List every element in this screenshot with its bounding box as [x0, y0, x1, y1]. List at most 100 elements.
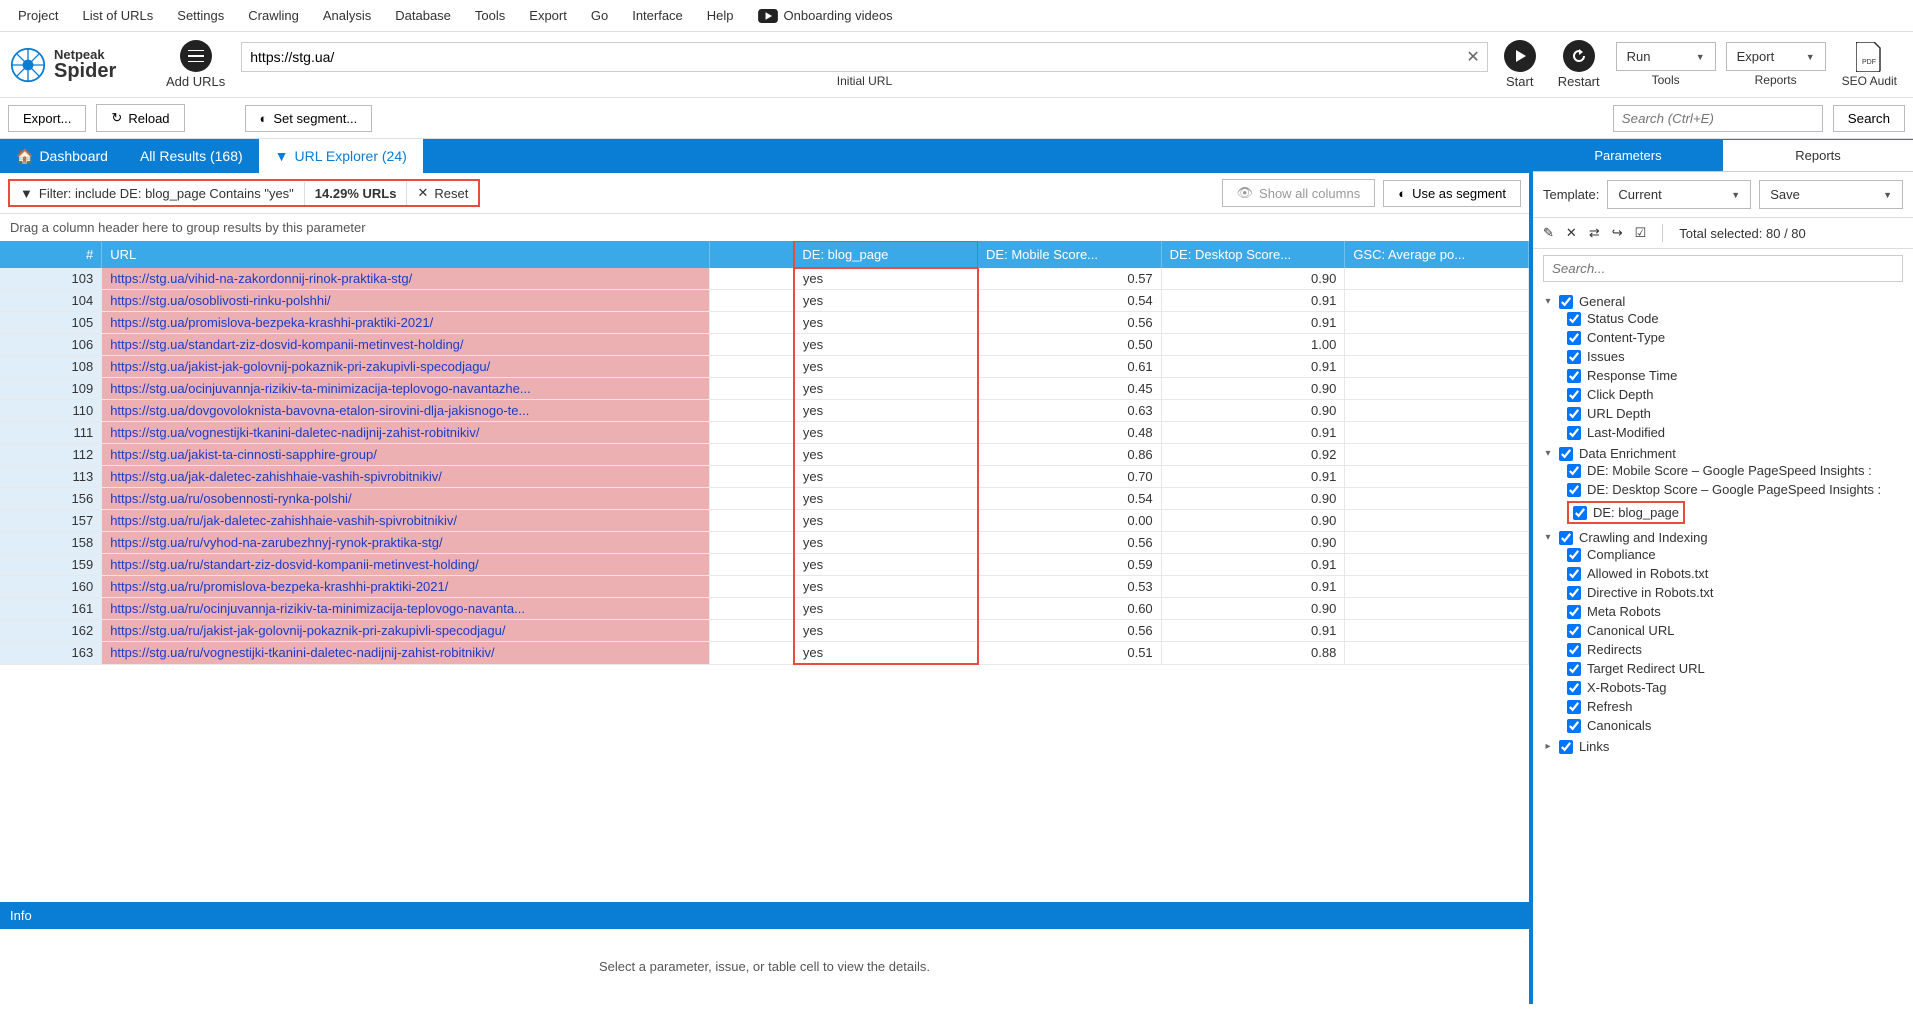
- checkbox[interactable]: [1559, 447, 1573, 461]
- row-url[interactable]: https://stg.ua/ru/promislova-bezpeka-kra…: [102, 576, 709, 598]
- initial-url-input[interactable]: [241, 42, 1487, 72]
- table-row[interactable]: 108 https://stg.ua/jakist-jak-golovnij-p…: [0, 356, 1529, 378]
- tab-reports[interactable]: Reports: [1723, 140, 1913, 171]
- checkbox[interactable]: [1567, 312, 1581, 326]
- col-url[interactable]: URL: [102, 241, 709, 268]
- tree-item[interactable]: Redirects: [1567, 642, 1907, 657]
- menu-go[interactable]: Go: [581, 4, 618, 27]
- redo-icon[interactable]: ↪: [1612, 225, 1623, 241]
- checkbox[interactable]: [1567, 331, 1581, 345]
- table-row[interactable]: 158 https://stg.ua/ru/vyhod-na-zarubezhn…: [0, 532, 1529, 554]
- save-template-button[interactable]: Save▼: [1759, 180, 1903, 209]
- col-num[interactable]: #: [0, 241, 102, 268]
- run-dropdown[interactable]: Run▼: [1616, 42, 1716, 71]
- menu-interface[interactable]: Interface: [622, 4, 693, 27]
- tree-item[interactable]: Click Depth: [1567, 387, 1907, 402]
- table-row[interactable]: 157 https://stg.ua/ru/jak-daletec-zahish…: [0, 510, 1529, 532]
- row-url[interactable]: https://stg.ua/ru/jak-daletec-zahishhaie…: [102, 510, 709, 532]
- seo-audit-button[interactable]: PDF SEO Audit: [1836, 42, 1903, 88]
- table-row[interactable]: 160 https://stg.ua/ru/promislova-bezpeka…: [0, 576, 1529, 598]
- row-url[interactable]: https://stg.ua/ru/vognestijki-tkanini-da…: [102, 642, 709, 665]
- tree-item[interactable]: DE: Mobile Score – Google PageSpeed Insi…: [1567, 463, 1907, 478]
- col-de-mobile[interactable]: DE: Mobile Score...: [978, 241, 1162, 268]
- use-as-segment-button[interactable]: ◐Use as segment: [1383, 180, 1521, 207]
- table-row[interactable]: 161 https://stg.ua/ru/ocinjuvannja-rizik…: [0, 598, 1529, 620]
- show-all-columns-button[interactable]: 👁Show all columns: [1222, 179, 1376, 207]
- col-de-blog[interactable]: DE: blog_page: [794, 241, 978, 268]
- checkbox[interactable]: [1567, 624, 1581, 638]
- tree-group[interactable]: ▸Links: [1543, 739, 1907, 754]
- checkbox[interactable]: [1567, 464, 1581, 478]
- row-url[interactable]: https://stg.ua/dovgovoloknista-bavovna-e…: [102, 400, 709, 422]
- checkbox[interactable]: [1567, 407, 1581, 421]
- row-url[interactable]: https://stg.ua/promislova-bezpeka-krashh…: [102, 312, 709, 334]
- tab-parameters[interactable]: Parameters: [1533, 140, 1723, 171]
- table-row[interactable]: 105 https://stg.ua/promislova-bezpeka-kr…: [0, 312, 1529, 334]
- checkbox[interactable]: [1567, 700, 1581, 714]
- checkbox[interactable]: [1567, 662, 1581, 676]
- checkbox[interactable]: [1567, 388, 1581, 402]
- menu-help[interactable]: Help: [697, 4, 744, 27]
- tree-item[interactable]: Last-Modified: [1567, 425, 1907, 440]
- template-dropdown[interactable]: Current▼: [1607, 180, 1751, 209]
- row-url[interactable]: https://stg.ua/vognestijki-tkanini-dalet…: [102, 422, 709, 444]
- search-input[interactable]: [1613, 105, 1823, 132]
- menu-crawling[interactable]: Crawling: [238, 4, 309, 27]
- export-dropdown[interactable]: Export▼: [1726, 42, 1826, 71]
- checkbox[interactable]: [1567, 426, 1581, 440]
- checkbox[interactable]: [1567, 483, 1581, 497]
- checkbox[interactable]: [1573, 506, 1587, 520]
- table-row[interactable]: 109 https://stg.ua/ocinjuvannja-rizikiv-…: [0, 378, 1529, 400]
- menu-database[interactable]: Database: [385, 4, 461, 27]
- checkbox[interactable]: [1567, 567, 1581, 581]
- row-url[interactable]: https://stg.ua/jak-daletec-zahishhaie-va…: [102, 466, 709, 488]
- tree-item[interactable]: Canonical URL: [1567, 623, 1907, 638]
- col-de-desktop[interactable]: DE: Desktop Score...: [1161, 241, 1345, 268]
- check-all-icon[interactable]: ☑: [1635, 225, 1647, 241]
- tab-dashboard[interactable]: 🏠Dashboard: [0, 139, 124, 173]
- export-button[interactable]: Export...: [8, 105, 86, 132]
- checkbox[interactable]: [1567, 643, 1581, 657]
- row-url[interactable]: https://stg.ua/ru/ocinjuvannja-rizikiv-t…: [102, 598, 709, 620]
- checkbox[interactable]: [1567, 350, 1581, 364]
- tree-item[interactable]: Content-Type: [1567, 330, 1907, 345]
- tab-url-explorer[interactable]: ▼URL Explorer (24): [259, 139, 423, 173]
- row-url[interactable]: https://stg.ua/ru/vyhod-na-zarubezhnyj-r…: [102, 532, 709, 554]
- clear-url-icon[interactable]: ✕: [1466, 47, 1479, 67]
- checkbox[interactable]: [1559, 740, 1573, 754]
- tree-item[interactable]: Meta Robots: [1567, 604, 1907, 619]
- menu-export[interactable]: Export: [519, 4, 577, 27]
- add-urls-button[interactable]: Add URLs: [160, 38, 231, 91]
- table-row[interactable]: 106 https://stg.ua/standart-ziz-dosvid-k…: [0, 334, 1529, 356]
- tree-item[interactable]: Issues: [1567, 349, 1907, 364]
- checkbox[interactable]: [1567, 681, 1581, 695]
- search-button[interactable]: Search: [1833, 105, 1905, 132]
- tree-group[interactable]: ▾Data Enrichment: [1543, 446, 1907, 461]
- table-row[interactable]: 103 https://stg.ua/vihid-na-zakordonnij-…: [0, 268, 1529, 290]
- table-row[interactable]: 156 https://stg.ua/ru/osobennosti-rynka-…: [0, 488, 1529, 510]
- start-button[interactable]: Start: [1498, 38, 1542, 91]
- table-row[interactable]: 104 https://stg.ua/osoblivosti-rinku-pol…: [0, 290, 1529, 312]
- set-segment-button[interactable]: ◐Set segment...: [245, 105, 373, 132]
- row-url[interactable]: https://stg.ua/ru/jakist-jak-golovnij-po…: [102, 620, 709, 642]
- reload-button[interactable]: ↻Reload: [96, 104, 184, 132]
- eraser-icon[interactable]: ✎: [1543, 225, 1554, 241]
- parameter-search-input[interactable]: [1543, 255, 1903, 282]
- row-url[interactable]: https://stg.ua/ru/standart-ziz-dosvid-ko…: [102, 554, 709, 576]
- tree-item[interactable]: X-Robots-Tag: [1567, 680, 1907, 695]
- row-url[interactable]: https://stg.ua/standart-ziz-dosvid-kompa…: [102, 334, 709, 356]
- checkbox[interactable]: [1567, 586, 1581, 600]
- table-row[interactable]: 112 https://stg.ua/jakist-ta-cinnosti-sa…: [0, 444, 1529, 466]
- tree-item[interactable]: Refresh: [1567, 699, 1907, 714]
- tree-item[interactable]: Response Time: [1567, 368, 1907, 383]
- checkbox[interactable]: [1559, 531, 1573, 545]
- table-row[interactable]: 111 https://stg.ua/vognestijki-tkanini-d…: [0, 422, 1529, 444]
- checkbox[interactable]: [1567, 369, 1581, 383]
- menu-onboarding-videos[interactable]: Onboarding videos: [748, 4, 903, 27]
- tree-item[interactable]: Status Code: [1567, 311, 1907, 326]
- close-all-icon[interactable]: ✕: [1566, 225, 1577, 241]
- tree-item[interactable]: URL Depth: [1567, 406, 1907, 421]
- row-url[interactable]: https://stg.ua/osoblivosti-rinku-polshhi…: [102, 290, 709, 312]
- filter-reset-button[interactable]: ✕Reset: [407, 181, 478, 205]
- row-url[interactable]: https://stg.ua/ru/osobennosti-rynka-pols…: [102, 488, 709, 510]
